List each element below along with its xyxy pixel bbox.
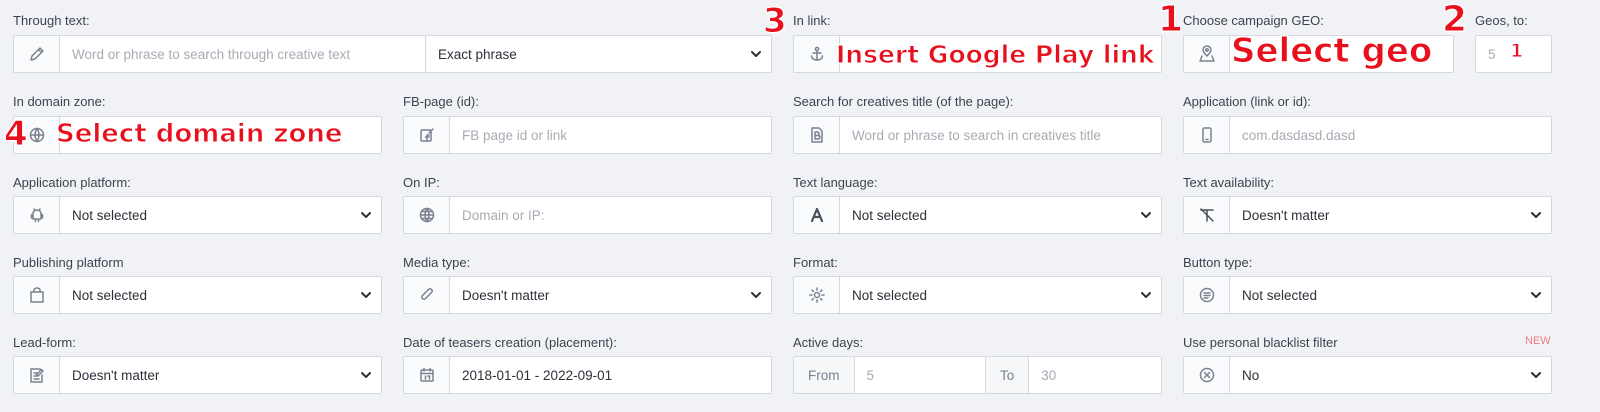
chevron-down-icon: [351, 289, 381, 301]
button-type-select[interactable]: Not selected: [1183, 276, 1552, 314]
fb-page-input[interactable]: FB page id or link: [403, 116, 772, 154]
active-days-to-label: To: [986, 357, 1030, 393]
annotation-select-geo: Select geo: [1230, 31, 1433, 71]
active-days-from-placeholder: 5: [866, 367, 875, 383]
list-circle-icon: [1184, 277, 1230, 313]
fb-page-placeholder: FB page id or link: [462, 127, 568, 143]
date-creation-input[interactable]: 2018-01-01 - 2022-09-01: [403, 356, 772, 394]
annotation-insert-google-play: Insert Google Play link: [835, 40, 1155, 69]
text-availability-value: Doesn't matter: [1242, 207, 1330, 223]
publishing-platform-select[interactable]: Not selected: [13, 276, 382, 314]
shopping-bag-icon: [14, 277, 60, 313]
format-label: Format:: [793, 255, 838, 270]
app-platform-select[interactable]: Not selected: [13, 196, 382, 234]
active-days-label: Active days:: [793, 335, 864, 350]
android-icon: [14, 197, 60, 233]
gear-icon: [794, 277, 840, 313]
chevron-down-icon: [351, 209, 381, 221]
application-placeholder: com.dasdasd.dasd: [1242, 127, 1356, 143]
campaign-geo-label: Choose campaign GEO:: [1183, 13, 1324, 28]
text-language-label: Text language:: [793, 175, 878, 190]
publishing-platform-value: Not selected: [72, 287, 148, 303]
format-select[interactable]: Not selected: [793, 276, 1162, 314]
circle-x-icon: [1184, 357, 1230, 393]
button-type-value: Not selected: [1242, 287, 1318, 303]
blacklist-select[interactable]: No: [1183, 356, 1552, 394]
app-platform-label: Application platform:: [13, 175, 131, 190]
pencil-icon: [14, 36, 60, 72]
text-language-select[interactable]: Not selected: [793, 196, 1162, 234]
chevron-down-icon: [1521, 369, 1551, 381]
chevron-down-icon: [351, 369, 381, 381]
creatives-title-input[interactable]: Word or phrase to search in creatives ti…: [793, 116, 1162, 154]
creatives-title-placeholder: Word or phrase to search in creatives ti…: [852, 127, 1101, 143]
application-label: Application (link or id):: [1183, 94, 1311, 109]
active-days-to-input[interactable]: To 30: [985, 356, 1162, 394]
new-badge: NEW: [1525, 335, 1551, 347]
text-language-value: Not selected: [852, 207, 928, 223]
active-days-from-label: From: [794, 357, 855, 393]
phrase-mode-select[interactable]: Exact phrase: [425, 35, 772, 73]
lead-form-label: Lead-form:: [13, 335, 76, 350]
chevron-down-icon: [741, 48, 771, 60]
letter-a-icon: [794, 197, 840, 233]
domain-zone-label: In domain zone:: [13, 94, 106, 109]
text-b-icon: [794, 117, 840, 153]
annotation-number-3: 3: [763, 1, 788, 41]
annotation-number-2: 2: [1441, 0, 1468, 40]
annotation-select-domain-zone: Select domain zone: [56, 119, 344, 149]
through-text-input[interactable]: Word or phrase to search through creativ…: [13, 35, 426, 73]
anchor-icon: [794, 36, 840, 72]
media-type-value: Doesn't matter: [462, 287, 550, 303]
form-edit-icon: [14, 357, 60, 393]
date-creation-value: 2018-01-01 - 2022-09-01: [462, 367, 613, 383]
chevron-down-icon: [1131, 209, 1161, 221]
in-link-label: In link:: [793, 13, 831, 28]
text-availability-select[interactable]: Doesn't matter: [1183, 196, 1552, 234]
phone-icon: [1184, 117, 1230, 153]
text-off-icon: [1184, 197, 1230, 233]
app-platform-value: Not selected: [72, 207, 148, 223]
through-text-placeholder: Word or phrase to search through creativ…: [72, 46, 351, 62]
network-globe-icon: [404, 197, 450, 233]
format-value: Not selected: [852, 287, 928, 303]
media-type-label: Media type:: [403, 255, 471, 270]
lead-form-value: Doesn't matter: [72, 367, 160, 383]
date-creation-label: Date of teasers creation (placement):: [403, 335, 617, 350]
calendar-icon: [404, 357, 450, 393]
on-ip-label: On IP:: [403, 175, 440, 190]
annotation-geos-value: 1: [1509, 40, 1524, 62]
blacklist-label: Use personal blacklist filter: [1183, 335, 1338, 350]
active-days-from-input[interactable]: From 5: [793, 356, 986, 394]
chevron-down-icon: [1131, 289, 1161, 301]
fb-page-label: FB-page (id):: [403, 94, 479, 109]
chevron-down-icon: [741, 289, 771, 301]
through-text-label: Through text:: [13, 13, 90, 28]
button-type-label: Button type:: [1183, 255, 1253, 270]
chevron-down-icon: [1521, 289, 1551, 301]
phrase-mode-value: Exact phrase: [438, 46, 517, 62]
paperclip-icon: [404, 277, 450, 313]
map-pin-icon: [1184, 36, 1230, 72]
on-ip-input[interactable]: Domain or IP:: [403, 196, 772, 234]
annotation-number-1: 1: [1157, 0, 1184, 40]
annotation-number-4: 4: [4, 114, 29, 154]
publishing-platform-label: Publishing platform: [13, 255, 124, 270]
geos-to-label: Geos, to:: [1475, 13, 1528, 28]
lead-form-select[interactable]: Doesn't matter: [13, 356, 382, 394]
creatives-title-label: Search for creatives title (of the page)…: [793, 94, 1014, 109]
media-type-select[interactable]: Doesn't matter: [403, 276, 772, 314]
chevron-down-icon: [1521, 209, 1551, 221]
application-input[interactable]: com.dasdasd.dasd: [1183, 116, 1552, 154]
text-availability-label: Text availability:: [1183, 175, 1275, 190]
blacklist-value: No: [1242, 367, 1260, 383]
facebook-page-icon: [404, 117, 450, 153]
active-days-to-placeholder: 30: [1041, 367, 1057, 383]
on-ip-placeholder: Domain or IP:: [462, 207, 545, 223]
